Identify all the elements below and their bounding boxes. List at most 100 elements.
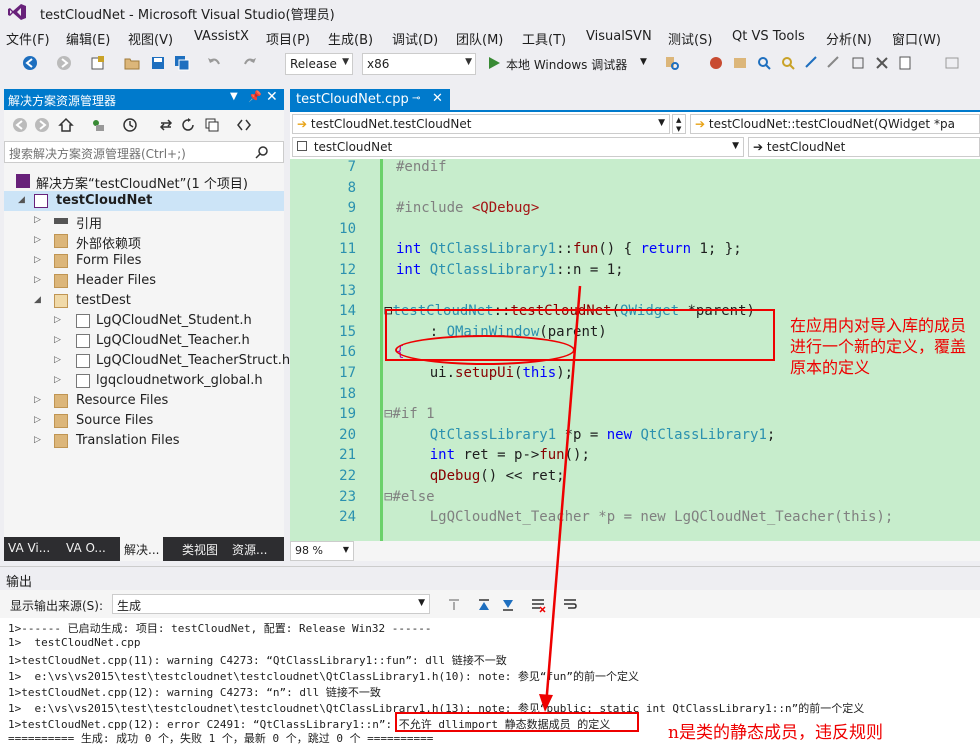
qt-icon[interactable] xyxy=(708,55,724,71)
scope-member-select[interactable]: ➔ testCloudNet xyxy=(748,137,980,157)
new-project-icon[interactable] xyxy=(90,55,106,71)
start-debug-button[interactable]: 本地 Windows 调试器 xyxy=(506,56,627,73)
menu-test[interactable]: 测试(S) xyxy=(668,29,712,48)
chevron-down-icon[interactable]: ▼ xyxy=(640,57,647,67)
pin-icon[interactable]: 📌 xyxy=(248,90,262,103)
collapse-icon[interactable]: ▷ xyxy=(34,435,44,445)
output-source-select[interactable]: 生成 ▼ xyxy=(112,594,430,614)
tree-project[interactable]: ◢ testCloudNet xyxy=(4,191,284,211)
layout-icon[interactable] xyxy=(944,55,960,71)
forward-icon[interactable] xyxy=(56,55,72,71)
menu-vassistx[interactable]: VAssistX xyxy=(194,29,249,44)
code-line-24: 24 LgQCloudNet_Teacher *p = new LgQCloud… xyxy=(290,509,980,530)
scope-value: testCloudNet xyxy=(313,140,393,154)
collapse-icon[interactable]: ▷ xyxy=(54,375,64,385)
arrow-right-icon: ➔ xyxy=(753,140,764,154)
scope-bar: testCloudNet ▼ ➔ testCloudNet xyxy=(290,137,980,157)
pin-icon[interactable]: ⊸ xyxy=(412,93,420,104)
menu-build[interactable]: 生成(B) xyxy=(328,29,373,48)
line-number: 14 xyxy=(339,303,356,320)
menu-team[interactable]: 团队(M) xyxy=(456,29,503,48)
tree-label: 外部依赖项 xyxy=(76,237,142,252)
collapse-icon[interactable]: ▷ xyxy=(34,395,44,405)
line-number: 11 xyxy=(339,241,356,258)
chevron-down-icon: ▼ xyxy=(658,118,665,128)
close-tool-icon[interactable] xyxy=(874,55,890,71)
collapse-icon[interactable]: ▷ xyxy=(54,315,64,325)
history-icon[interactable] xyxy=(122,117,138,133)
export-icon[interactable] xyxy=(898,55,914,71)
tab-solution-explorer[interactable]: 解决... xyxy=(120,537,164,561)
member-nav-select[interactable]: ➔ testCloudNet::testCloudNet(QWidget *pa xyxy=(690,114,980,134)
nav-spinner[interactable]: ▲ ▼ xyxy=(672,114,686,134)
collapse-icon[interactable]: ▷ xyxy=(34,235,44,245)
collapse-icon[interactable]: ▷ xyxy=(54,335,64,345)
close-icon[interactable]: ✕ xyxy=(432,91,443,106)
back-icon[interactable] xyxy=(22,55,38,71)
tab-va-outline[interactable]: VA O... xyxy=(66,541,106,555)
configuration-select[interactable]: Release ▼ xyxy=(285,53,353,75)
find-icon[interactable] xyxy=(664,55,680,71)
line-number: 8 xyxy=(347,179,356,196)
menu-project[interactable]: 项目(P) xyxy=(266,29,310,48)
tab-testcloudnet-cpp[interactable]: testCloudNet.cpp ⊸ ✕ xyxy=(290,89,450,112)
undo-icon[interactable] xyxy=(206,55,222,71)
menu-view[interactable]: 视图(V) xyxy=(128,29,173,48)
find-next-icon[interactable] xyxy=(500,597,516,613)
uncomment-icon[interactable] xyxy=(826,55,842,71)
word-wrap-icon[interactable] xyxy=(562,597,578,613)
comment-icon[interactable] xyxy=(804,55,820,71)
find-in-files-icon[interactable] xyxy=(780,55,796,71)
collapse-icon[interactable]: ▷ xyxy=(54,355,64,365)
redo-icon[interactable] xyxy=(242,55,258,71)
clear-all-icon[interactable] xyxy=(530,597,546,613)
qt-project-icon[interactable] xyxy=(732,55,748,71)
folder-open-icon xyxy=(54,294,68,308)
pending-changes-icon[interactable] xyxy=(90,117,106,133)
refresh-icon[interactable] xyxy=(180,117,196,133)
start-debug-icon[interactable] xyxy=(486,55,502,71)
platform-select[interactable]: x86 ▼ xyxy=(362,53,476,75)
code-area[interactable]: 7 #endif 8 9 #include <QDebug> 10 11 int Qt… xyxy=(290,159,980,541)
tab-va-view[interactable]: VA Vi... xyxy=(8,541,50,555)
home-icon[interactable] xyxy=(58,117,74,133)
tab-resource-view[interactable]: 资源... xyxy=(232,541,267,558)
tool-icon[interactable] xyxy=(850,55,866,71)
find-prev-icon[interactable] xyxy=(476,597,492,613)
expand-icon[interactable]: ◢ xyxy=(34,295,44,305)
dropdown-icon[interactable]: ▼ xyxy=(230,91,238,102)
save-icon[interactable] xyxy=(150,55,166,71)
go-to-prev-icon[interactable] xyxy=(446,597,462,613)
arrow-right-icon: ➔ xyxy=(695,117,706,131)
menu-debug[interactable]: 调试(D) xyxy=(392,29,438,48)
collapse-icon[interactable]: ▷ xyxy=(34,275,44,285)
menu-tools[interactable]: 工具(T) xyxy=(522,29,566,48)
collapse-icon[interactable]: ▷ xyxy=(34,255,44,265)
collapse-icon[interactable]: ▷ xyxy=(34,215,44,225)
output-text[interactable]: 1>------ 已启动生成: 项目: testCloudNet, 配置: Re… xyxy=(0,618,980,745)
forward-icon[interactable] xyxy=(34,117,50,133)
back-icon[interactable] xyxy=(12,117,28,133)
collapse-all-icon[interactable] xyxy=(204,117,220,133)
project-nav-select[interactable]: ➔ testCloudNet.testCloudNet ▼ xyxy=(292,114,670,134)
menu-window[interactable]: 窗口(W) xyxy=(892,29,941,48)
menu-visualsvn[interactable]: VisualSVN xyxy=(586,29,652,44)
zoom-select[interactable]: 98 % ▼ xyxy=(290,541,354,561)
sync-icon[interactable] xyxy=(158,117,174,133)
menu-qt-vs-tools[interactable]: Qt VS Tools xyxy=(732,29,805,44)
close-icon[interactable]: ✕ xyxy=(266,89,278,105)
header-file-icon xyxy=(76,354,90,368)
search-icon[interactable] xyxy=(756,55,772,71)
open-file-icon[interactable] xyxy=(124,55,140,71)
tab-class-view[interactable]: 类视图 xyxy=(182,541,218,558)
collapse-icon[interactable]: ▷ xyxy=(34,415,44,425)
menu-file[interactable]: 文件(F) xyxy=(6,29,50,48)
expand-icon[interactable]: ◢ xyxy=(18,195,28,205)
menu-edit[interactable]: 编辑(E) xyxy=(66,29,110,48)
scope-select[interactable]: testCloudNet ▼ xyxy=(292,137,744,157)
solution-search-input[interactable]: 搜索解决方案资源管理器(Ctrl+;) xyxy=(4,141,284,163)
save-all-icon[interactable] xyxy=(174,55,190,71)
code-view-icon[interactable] xyxy=(236,117,252,133)
search-icon[interactable] xyxy=(255,145,269,159)
menu-analyze[interactable]: 分析(N) xyxy=(826,29,872,48)
